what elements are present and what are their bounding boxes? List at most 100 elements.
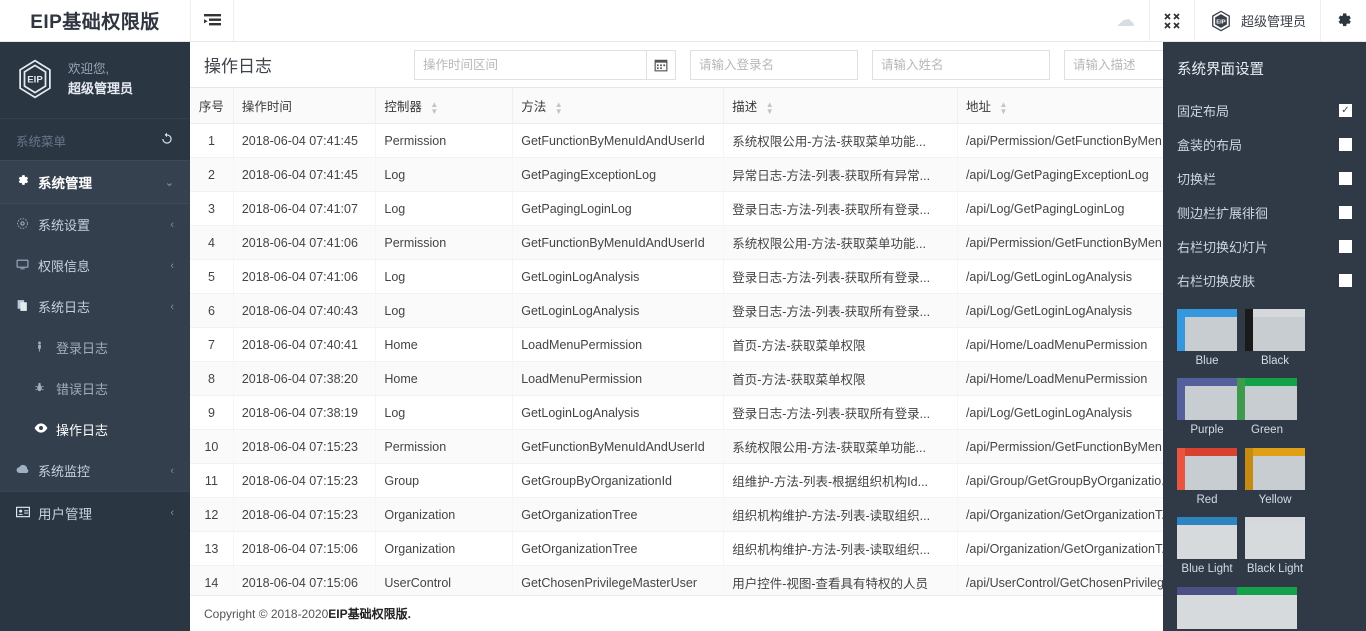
setting-row-boxed-layout[interactable]: 盒装的布局 (1177, 127, 1352, 161)
sidebar-toggle-button[interactable] (190, 0, 234, 41)
theme-green-light[interactable]: Green Light (1237, 586, 1297, 631)
cell-method: GetLoginLogAnalysis (512, 395, 725, 430)
sidebar-item-login-log[interactable]: 登录日志 (0, 327, 190, 368)
bug-icon (34, 381, 56, 397)
sort-icon[interactable]: ▲ ▼ (555, 100, 563, 115)
user-name-label: 超级管理员 (1240, 14, 1306, 29)
cell-time: 2018-06-04 07:41:06 (233, 225, 377, 260)
cell-controller: Log (375, 395, 514, 430)
setting-row-fixed-layout[interactable]: 固定布局 ✓ (1177, 93, 1352, 127)
settings-button[interactable] (1320, 0, 1366, 41)
eye-icon (34, 422, 56, 437)
chevron-left-icon: ‹ (170, 300, 174, 313)
sidebar-item-permission-info[interactable]: 权限信息 ‹ (0, 245, 190, 286)
sidebar-item-system-settings[interactable]: 系统设置 ‹ (0, 204, 190, 245)
setting-checkbox[interactable] (1339, 172, 1352, 185)
theme-green[interactable]: Green (1237, 378, 1297, 437)
column-header-description[interactable]: 描述 ▲ ▼ (723, 88, 958, 124)
cell-controller: Permission (375, 429, 514, 464)
setting-checkbox[interactable] (1339, 138, 1352, 151)
page-title: 操作日志 (204, 57, 272, 76)
cell-controller: Permission (375, 123, 514, 158)
setting-checkbox[interactable] (1339, 274, 1352, 287)
column-label: 控制器 (384, 100, 422, 114)
fullscreen-button[interactable] (1148, 0, 1194, 41)
column-header-method[interactable]: 方法 ▲ ▼ (512, 88, 725, 124)
refresh-icon[interactable] (160, 132, 174, 149)
setting-checkbox[interactable] (1339, 206, 1352, 219)
setting-row-toggle-bar[interactable]: 切换栏 (1177, 161, 1352, 195)
cell-description: 系统权限公用-方法-获取菜单功能... (723, 123, 958, 158)
cell-index: 2 (190, 157, 234, 192)
column-header-controller[interactable]: 控制器 ▲ ▼ (375, 88, 514, 124)
theme-grid: Blue Black Purple Green Red Yellow Blue … (1177, 309, 1352, 631)
setting-checkbox[interactable]: ✓ (1339, 104, 1352, 117)
gear-icon (1338, 13, 1351, 27)
cell-controller: Home (375, 361, 514, 396)
theme-red[interactable]: Red (1177, 447, 1237, 507)
sidebar-item-system-monitor[interactable]: 系统监控 ‹ (0, 450, 190, 491)
cloud-status-button[interactable]: ☁ (1102, 0, 1149, 41)
theme-purple[interactable]: Purple (1177, 378, 1237, 437)
sort-icon[interactable]: ▲ ▼ (999, 100, 1007, 115)
eip-logo-icon: EIP (14, 58, 56, 100)
cell-method: GetOrganizationTree (512, 497, 725, 532)
cell-address: /api/Log/GetPagingExceptionLog (957, 157, 1187, 192)
cell-address: /api/Permission/GetFunctionByMen... (957, 225, 1187, 260)
cell-index: 13 (190, 531, 234, 566)
cell-address: /api/Log/GetPagingLoginLog (957, 191, 1187, 226)
sidebar-item-error-log[interactable]: 错误日志 (0, 368, 190, 409)
sort-icon[interactable]: ▲ ▼ (766, 100, 774, 115)
cell-address: /api/Home/LoadMenuPermission (957, 327, 1187, 362)
cell-index: 10 (190, 429, 234, 464)
top-bar: EIP基础权限版 ☁ EIP 超级管理员 (0, 0, 1366, 42)
calendar-button[interactable] (646, 49, 676, 80)
cell-controller: Log (375, 293, 514, 328)
column-header-time[interactable]: 操作时间 (233, 88, 377, 124)
setting-label: 切换栏 (1177, 172, 1217, 187)
sidebar-item-operation-log[interactable]: 操作日志 (0, 409, 190, 450)
cell-description: 系统权限公用-方法-获取菜单功能... (723, 429, 958, 464)
setting-row-sidebar-hover[interactable]: 侧边栏扩展徘徊 (1177, 195, 1352, 229)
setting-checkbox[interactable] (1339, 240, 1352, 253)
theme-black-light[interactable]: Black Light (1245, 517, 1305, 576)
sidebar-item-system-log[interactable]: 系统日志 ‹ (0, 286, 190, 327)
sidebar-item-system-management[interactable]: 系统管理 ⌄ (0, 160, 190, 204)
person-name-input[interactable] (872, 49, 1050, 80)
cell-time: 2018-06-04 07:41:45 (233, 157, 377, 192)
cell-address: /api/Log/GetLoginLogAnalysis (957, 259, 1187, 294)
settings-panel-title: 系统界面设置 (1177, 62, 1264, 78)
cell-description: 组织机构维护-方法-列表-读取组织... (723, 497, 958, 532)
column-label: 描述 (732, 100, 758, 114)
sidebar: EIP 欢迎您, 超级管理员 系统菜单 系统管理 ⌄ 系统设置 ‹ 权限信息 ‹… (0, 42, 190, 631)
cell-method: GetPagingExceptionLog (512, 157, 725, 192)
column-header-address[interactable]: 地址 ▲ ▼ (957, 88, 1187, 124)
cell-controller: Log (375, 191, 514, 226)
theme-purple-light[interactable]: Purple Light (1177, 586, 1237, 631)
cell-method: GetOrganizationTree (512, 531, 725, 566)
setting-row-right-skin[interactable]: 右栏切换皮肤 (1177, 263, 1352, 297)
cell-controller: Log (375, 259, 514, 294)
fullscreen-icon (1164, 12, 1180, 29)
id-card-icon (16, 506, 38, 521)
column-header-index[interactable]: 序号 (190, 88, 234, 124)
date-range-input[interactable] (414, 49, 646, 80)
sidebar-item-label: 操作日志 (56, 423, 109, 438)
setting-row-right-slide[interactable]: 右栏切换幻灯片 (1177, 229, 1352, 263)
theme-yellow[interactable]: Yellow (1245, 447, 1305, 507)
cell-time: 2018-06-04 07:38:20 (233, 361, 377, 396)
theme-label: Black Light (1246, 563, 1304, 576)
user-menu-button[interactable]: EIP 超级管理员 (1193, 0, 1320, 41)
cell-description: 登录日志-方法-列表-获取所有登录... (723, 259, 958, 294)
sidebar-item-user-management[interactable]: 用户管理 ‹ (0, 492, 190, 534)
cell-controller: Group (375, 463, 514, 498)
theme-blue-light[interactable]: Blue Light (1177, 517, 1237, 576)
theme-blue[interactable]: Blue (1177, 309, 1237, 368)
sidebar-welcome-label: 欢迎您, (68, 61, 109, 76)
cell-time: 2018-06-04 07:41:07 (233, 191, 377, 226)
theme-black[interactable]: Black (1245, 309, 1305, 368)
login-name-input[interactable] (690, 49, 858, 80)
cell-description: 首页-方法-获取菜单权限 (723, 361, 958, 396)
sidebar-user-text: 欢迎您, 超级管理员 (68, 60, 133, 98)
sort-icon[interactable]: ▲ ▼ (430, 100, 438, 115)
